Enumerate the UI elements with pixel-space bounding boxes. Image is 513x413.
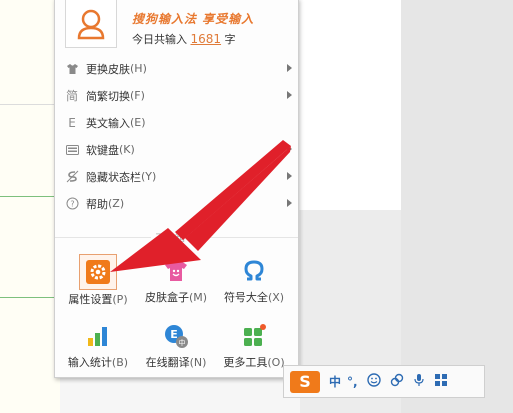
toolbox-icon[interactable] <box>434 373 448 390</box>
link-icon[interactable] <box>390 373 404 390</box>
sogou-logo[interactable]: S <box>290 370 320 393</box>
mode-toggle[interactable]: 中 <box>329 373 341 390</box>
emoji-icon[interactable] <box>366 373 381 390</box>
ime-statusbar: S 中 °, <box>283 365 485 398</box>
annotation-arrow <box>110 140 291 272</box>
microphone-icon[interactable] <box>413 373 425 390</box>
punctuation-toggle[interactable]: °, <box>347 375 358 389</box>
